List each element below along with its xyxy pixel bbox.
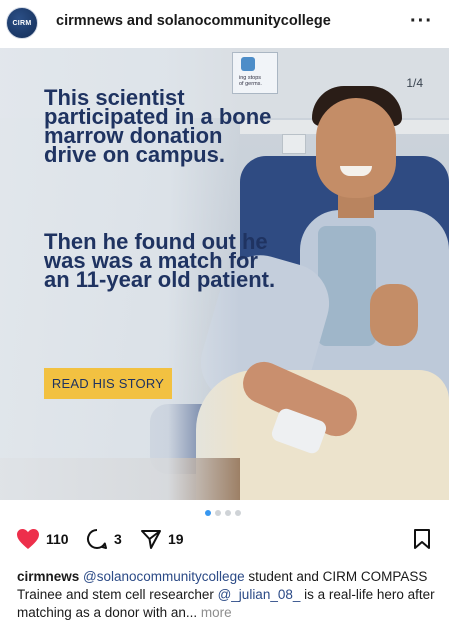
save-action[interactable]: [413, 528, 431, 550]
read-story-button[interactable]: READ HIS STORY: [44, 368, 172, 399]
wall-outlet: [282, 134, 306, 154]
patient-smile: [340, 166, 372, 176]
share-icon[interactable]: [140, 528, 162, 550]
comment-count: 3: [114, 531, 122, 547]
carousel-dot[interactable]: [215, 510, 221, 516]
share-count: 19: [168, 531, 184, 547]
avatar-logo-text: CIRM: [12, 19, 32, 27]
action-bar: 110 3 19: [0, 528, 449, 556]
like-action[interactable]: 110: [16, 528, 69, 550]
post-headline: This scientist participated in a bone ma…: [44, 85, 272, 167]
account-avatar[interactable]: CIRM: [6, 7, 38, 39]
comment-action[interactable]: 3: [86, 528, 122, 550]
carousel-page-indicator: 1/4: [406, 76, 423, 90]
thumbs-up-hand: [370, 284, 418, 346]
post-header: CIRM cirmnews and solanocommunitycollege…: [0, 0, 449, 48]
like-count: 110: [46, 531, 69, 547]
more-dots-icon[interactable]: ···: [410, 10, 433, 33]
caption-username[interactable]: cirmnews: [17, 569, 79, 584]
post-caption: cirmnews @solanocommunitycollege student…: [17, 568, 437, 622]
account-title[interactable]: cirmnews and solanocommunitycollege: [56, 13, 331, 29]
comment-icon[interactable]: [86, 528, 108, 550]
heart-icon[interactable]: [16, 528, 40, 550]
hand-hygiene-icon: [241, 57, 255, 71]
carousel-dot[interactable]: [235, 510, 241, 516]
caption-mention[interactable]: @_julian_08_: [218, 587, 301, 602]
carousel-dot[interactable]: [205, 510, 211, 516]
hospital-gown: [318, 226, 376, 346]
wall-sign-text: ing stops of germs.: [239, 75, 262, 87]
carousel-dot[interactable]: [225, 510, 231, 516]
caption-more-link[interactable]: more: [201, 605, 232, 620]
share-action[interactable]: 19: [140, 528, 184, 550]
bookmark-icon[interactable]: [413, 528, 431, 550]
post-subheadline: Then he found out he was was a match for…: [44, 229, 276, 292]
patient-head: [316, 98, 396, 198]
post-image[interactable]: ing stops of germs. 1/4 This scientist p…: [0, 48, 449, 500]
caption-mention[interactable]: @solanocommunitycollege: [83, 569, 245, 584]
carousel-dots: [205, 510, 241, 516]
